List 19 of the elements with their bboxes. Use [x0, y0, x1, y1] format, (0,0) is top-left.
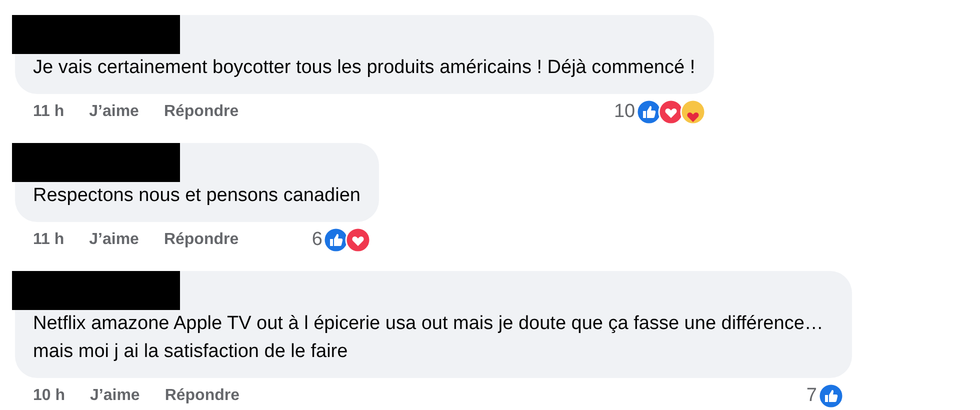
reaction-count: 7 [806, 385, 817, 407]
comment-time: 11 h [33, 231, 64, 249]
comment-text: Respectons nous et pensons canadien [33, 184, 360, 208]
hugging-emoji-icon [680, 99, 706, 125]
like-link[interactable]: J’aime [89, 103, 139, 121]
comment-time: 10 h [33, 387, 66, 405]
reaction-count: 10 [614, 101, 636, 123]
comment-time: 11 h [33, 103, 64, 121]
comment-text: Netflix amazone Apple TV out à l épicerie usa out mais je doute que ça fasse une différence… mais moi j ai la satisfaction de le faire [33, 312, 824, 364]
like-link[interactable]: J’aime [90, 387, 140, 405]
comment-text: Je vais certainement boycotter tous les produits américains ! Déjà commencé ! [33, 56, 696, 80]
reply-link[interactable]: Répondre [164, 103, 239, 121]
thumbs-up-icon [636, 99, 662, 125]
reaction-count: 6 [312, 229, 322, 251]
reply-link[interactable]: Répondre [164, 387, 240, 405]
reply-link[interactable]: Répondre [164, 231, 239, 249]
like-link[interactable]: J’aime [89, 231, 139, 249]
thumbs-up-icon [818, 383, 844, 409]
thumbs-up-icon [323, 227, 350, 253]
